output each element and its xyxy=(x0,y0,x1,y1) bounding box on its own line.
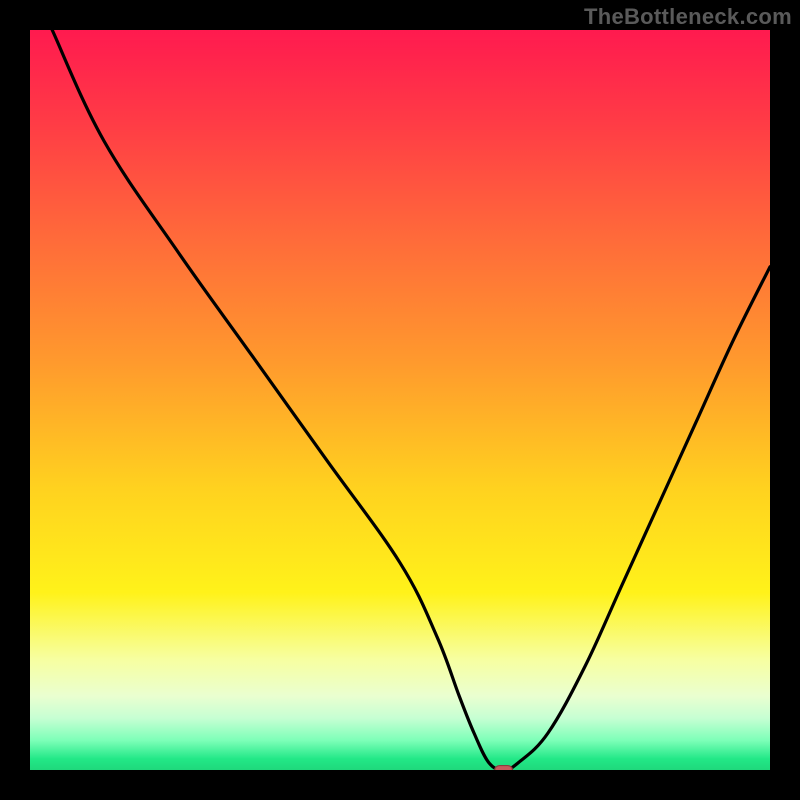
plot-area xyxy=(30,30,770,770)
chart-frame: TheBottleneck.com xyxy=(0,0,800,800)
watermark-text: TheBottleneck.com xyxy=(584,4,792,30)
gradient-background xyxy=(30,30,770,770)
